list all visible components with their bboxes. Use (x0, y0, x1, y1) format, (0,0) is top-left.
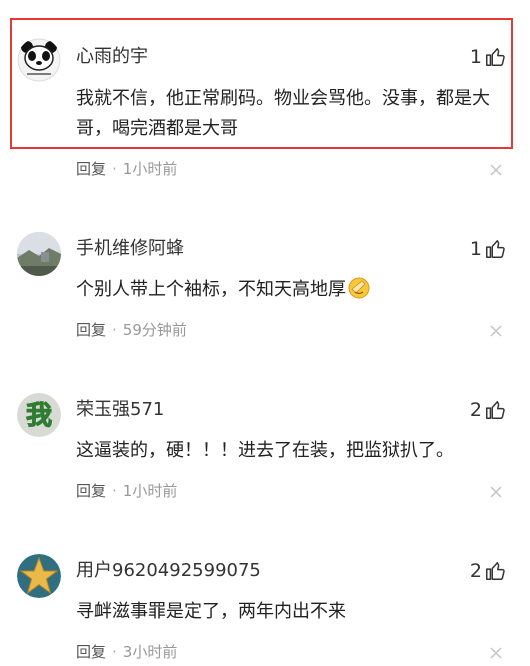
separator-dot: · (112, 321, 117, 339)
avatar[interactable] (17, 232, 61, 276)
like-button[interactable]: 2 (470, 559, 506, 583)
close-icon[interactable] (490, 486, 502, 498)
like-button[interactable]: 1 (470, 45, 506, 69)
avatar-text: 我 (26, 401, 52, 431)
separator-dot: · (112, 482, 117, 500)
like-count: 2 (469, 399, 482, 421)
red-character-icon: 我 (17, 393, 61, 437)
reply-button[interactable]: 回复 (76, 321, 106, 339)
comment-meta: 回复 · 1小时前 (76, 159, 177, 179)
like-button[interactable]: 2 (470, 398, 506, 422)
facepalm-emoji-icon (348, 277, 370, 309)
separator-dot: · (112, 160, 117, 178)
comment-text: 个别人带上个袖标，不知天高地厚 (76, 275, 506, 309)
separator-dot: · (112, 643, 117, 661)
thumbs-up-icon (486, 562, 505, 580)
comment-username[interactable]: 用户9620492599075 (76, 559, 261, 583)
comment-meta: 回复 · 59分钟前 (76, 320, 187, 340)
comment-text: 这逼装的，硬！！！进去了在装，把监狱扒了。 (76, 440, 454, 461)
close-icon[interactable] (490, 164, 502, 176)
thumbs-up-icon (486, 240, 505, 258)
gold-star-icon (17, 554, 61, 598)
like-count: 2 (469, 560, 482, 582)
thumbs-up-icon (486, 401, 505, 419)
like-count: 1 (469, 238, 482, 260)
comment-username[interactable]: 手机维修阿蜂 (76, 237, 184, 261)
comment-text: 寻衅滋事罪是定了，两年内出不来 (76, 601, 346, 622)
comment-text: 我就不信，他正常刷码。物业会骂他。没事，都是大哥，喝完酒都是大哥 (76, 88, 490, 139)
thumbs-up-icon (486, 48, 505, 66)
comment-time: 1小时前 (122, 482, 178, 500)
reply-button[interactable]: 回复 (76, 482, 106, 500)
like-button[interactable]: 1 (470, 237, 506, 261)
avatar[interactable] (17, 38, 61, 82)
reply-button[interactable]: 回复 (76, 643, 106, 661)
avatar[interactable]: 我 (17, 393, 61, 437)
reply-button[interactable]: 回复 (76, 160, 106, 178)
comment-username[interactable]: 心雨的宇 (76, 45, 148, 69)
close-icon[interactable] (490, 647, 502, 659)
comment-time: 59分钟前 (122, 321, 187, 339)
comment-meta: 回复 · 3小时前 (76, 642, 177, 662)
like-count: 1 (469, 46, 482, 68)
comment-username[interactable]: 荣玉强571 (76, 398, 164, 422)
close-icon[interactable] (490, 325, 502, 337)
panda-meme-icon (17, 38, 61, 82)
comment-meta: 回复 · 1小时前 (76, 481, 177, 501)
comment-time: 1小时前 (122, 160, 178, 178)
comment-text-content: 个别人带上个袖标，不知天高地厚 (76, 279, 346, 300)
landscape-photo-icon (17, 232, 61, 276)
avatar[interactable] (17, 554, 61, 598)
comment-time: 3小时前 (122, 643, 178, 661)
